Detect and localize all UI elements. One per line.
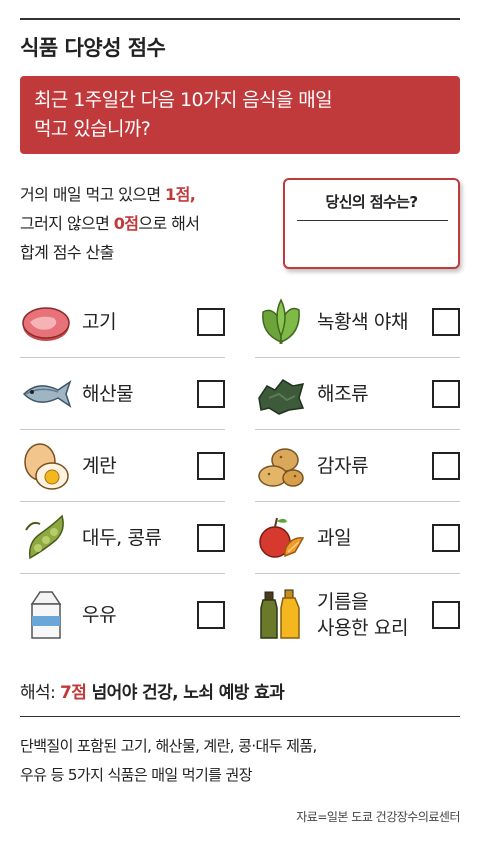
list-item-seaweed: 해조류 bbox=[255, 358, 460, 430]
eggs-icon bbox=[24, 443, 69, 490]
interpretation: 해석: 7점 넘어야 건강, 노쇠 예방 효과 bbox=[20, 678, 285, 703]
soybean-icon bbox=[25, 514, 64, 560]
top-rule bbox=[20, 18, 460, 20]
instruction-line-1: 거의 매일 먹고 있으면 1점, bbox=[20, 180, 199, 209]
list-item-potatoes: 감자류 bbox=[255, 430, 460, 502]
list-item-soybeans: 대두, 콩류 bbox=[20, 502, 225, 574]
interpretation-text: 넘어야 건강, 노쇠 예방 효과 bbox=[86, 683, 285, 703]
one-point-highlight: 1점 bbox=[165, 185, 190, 204]
question-line-2: 먹고 있습니까? bbox=[34, 118, 151, 140]
instruction-line-3: 합계 점수 산출 bbox=[20, 243, 114, 262]
item-label: 대두, 콩류 bbox=[82, 527, 162, 549]
checkbox-soybeans[interactable] bbox=[197, 524, 225, 552]
item-label-line-1: 기름을 bbox=[317, 591, 369, 613]
zero-point-highlight: 0점 bbox=[113, 214, 139, 233]
divider-rule bbox=[20, 716, 460, 717]
note-line-1: 단백질이 포함된 고기, 해산물, 계란, 콩·대두 제품, bbox=[20, 737, 317, 755]
fruit-icon bbox=[259, 517, 305, 558]
instruction-comma: , bbox=[189, 185, 196, 204]
instructions: 거의 매일 먹고 있으면 1점, 그러지 않으면 0점으로 해서 합계 점수 산… bbox=[20, 180, 200, 267]
checkbox-fruit[interactable] bbox=[432, 524, 460, 552]
instruction-line-2: 그러지 않으면 0점으로 해서 bbox=[20, 209, 200, 238]
threshold-highlight: 7점 bbox=[60, 683, 87, 703]
score-divider bbox=[297, 220, 448, 221]
interpretation-prefix: 해석: bbox=[20, 683, 61, 703]
question-banner: 최근 1주일간 다음 10가지 음식을 매일 먹고 있습니까? bbox=[20, 76, 460, 154]
item-label: 감자류 bbox=[317, 455, 369, 477]
item-label: 기름을 사용한 요리 bbox=[317, 574, 408, 656]
page-title: 식품 다양성 점수 bbox=[20, 36, 166, 60]
item-label: 해산물 bbox=[82, 383, 134, 405]
note-line-2: 우유 등 5가지 식품은 매일 먹기를 권장 bbox=[20, 766, 253, 784]
checkbox-oil-cooking[interactable] bbox=[432, 601, 460, 629]
item-label: 우유 bbox=[82, 604, 117, 626]
checkbox-milk[interactable] bbox=[197, 601, 225, 629]
list-item-oil-cooking: 기름을 사용한 요리 bbox=[255, 574, 460, 656]
checkbox-potatoes[interactable] bbox=[432, 452, 460, 480]
question-line-1: 최근 1주일간 다음 10가지 음식을 매일 bbox=[34, 89, 333, 111]
potatoes-icon bbox=[258, 448, 304, 487]
leafy-greens-icon bbox=[262, 298, 300, 344]
list-item-leafy-greens: 녹황색 야채 bbox=[255, 286, 460, 358]
list-item-meat: 고기 bbox=[20, 286, 225, 358]
recommendation-note: 단백질이 포함된 고기, 해산물, 계란, 콩·대두 제품, 우유 등 5가지 … bbox=[20, 732, 317, 790]
instruction-text: 으로 해서 bbox=[138, 214, 200, 233]
list-item-eggs: 계란 bbox=[20, 430, 225, 502]
checkbox-seafood[interactable] bbox=[197, 380, 225, 408]
fish-icon bbox=[22, 380, 72, 408]
item-label-line-2: 사용한 요리 bbox=[317, 617, 409, 639]
checkbox-leafy-greens[interactable] bbox=[432, 308, 460, 336]
oil-bottles-icon bbox=[260, 589, 300, 639]
list-item-fruit: 과일 bbox=[255, 502, 460, 574]
score-box: 당신의 점수는? bbox=[283, 178, 460, 269]
checkbox-seaweed[interactable] bbox=[432, 380, 460, 408]
item-label: 녹황색 야채 bbox=[317, 311, 409, 333]
seaweed-icon bbox=[258, 379, 305, 415]
item-label: 계란 bbox=[82, 455, 117, 477]
instruction-text: 그러지 않으면 bbox=[20, 214, 114, 233]
item-label: 과일 bbox=[317, 527, 352, 549]
meat-icon bbox=[22, 307, 70, 341]
list-item-milk: 우유 bbox=[20, 574, 225, 656]
checkbox-meat[interactable] bbox=[197, 308, 225, 336]
milk-carton-icon bbox=[30, 591, 62, 639]
source-credit: 자료=일본 도쿄 건강장수의료센터 bbox=[296, 810, 460, 824]
item-label: 고기 bbox=[82, 311, 117, 333]
instruction-text: 거의 매일 먹고 있으면 bbox=[20, 185, 166, 204]
checkbox-eggs[interactable] bbox=[197, 452, 225, 480]
list-item-seafood: 해산물 bbox=[20, 358, 225, 430]
item-label: 해조류 bbox=[317, 383, 369, 405]
score-title: 당신의 점수는? bbox=[325, 193, 419, 211]
